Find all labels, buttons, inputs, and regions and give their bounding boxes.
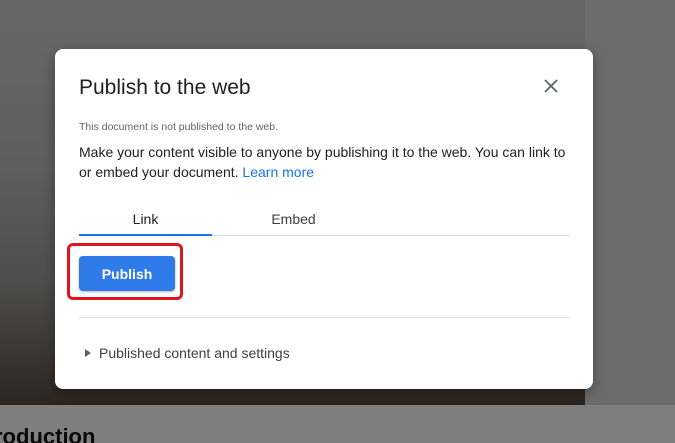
publish-button[interactable]: Publish <box>79 256 175 291</box>
published-content-settings-expander[interactable]: Published content and settings <box>85 345 290 361</box>
tab-selected-indicator <box>79 234 212 236</box>
publish-dialog: Publish to the web This document is not … <box>55 49 593 389</box>
triangle-right-icon <box>85 349 91 357</box>
divider <box>79 317 570 318</box>
dialog-description: Make your content visible to anyone by p… <box>79 142 569 182</box>
tab-embed[interactable]: Embed <box>212 205 375 235</box>
publish-tabs: Link Embed <box>79 205 570 236</box>
close-icon <box>544 79 558 93</box>
expander-label: Published content and settings <box>99 345 290 361</box>
description-text: Make your content visible to anyone by p… <box>79 144 566 180</box>
close-button[interactable] <box>539 74 563 98</box>
tab-link[interactable]: Link <box>79 205 212 235</box>
publish-status: This document is not published to the we… <box>79 121 279 133</box>
dialog-title: Publish to the web <box>79 76 251 99</box>
learn-more-link[interactable]: Learn more <box>242 164 314 180</box>
